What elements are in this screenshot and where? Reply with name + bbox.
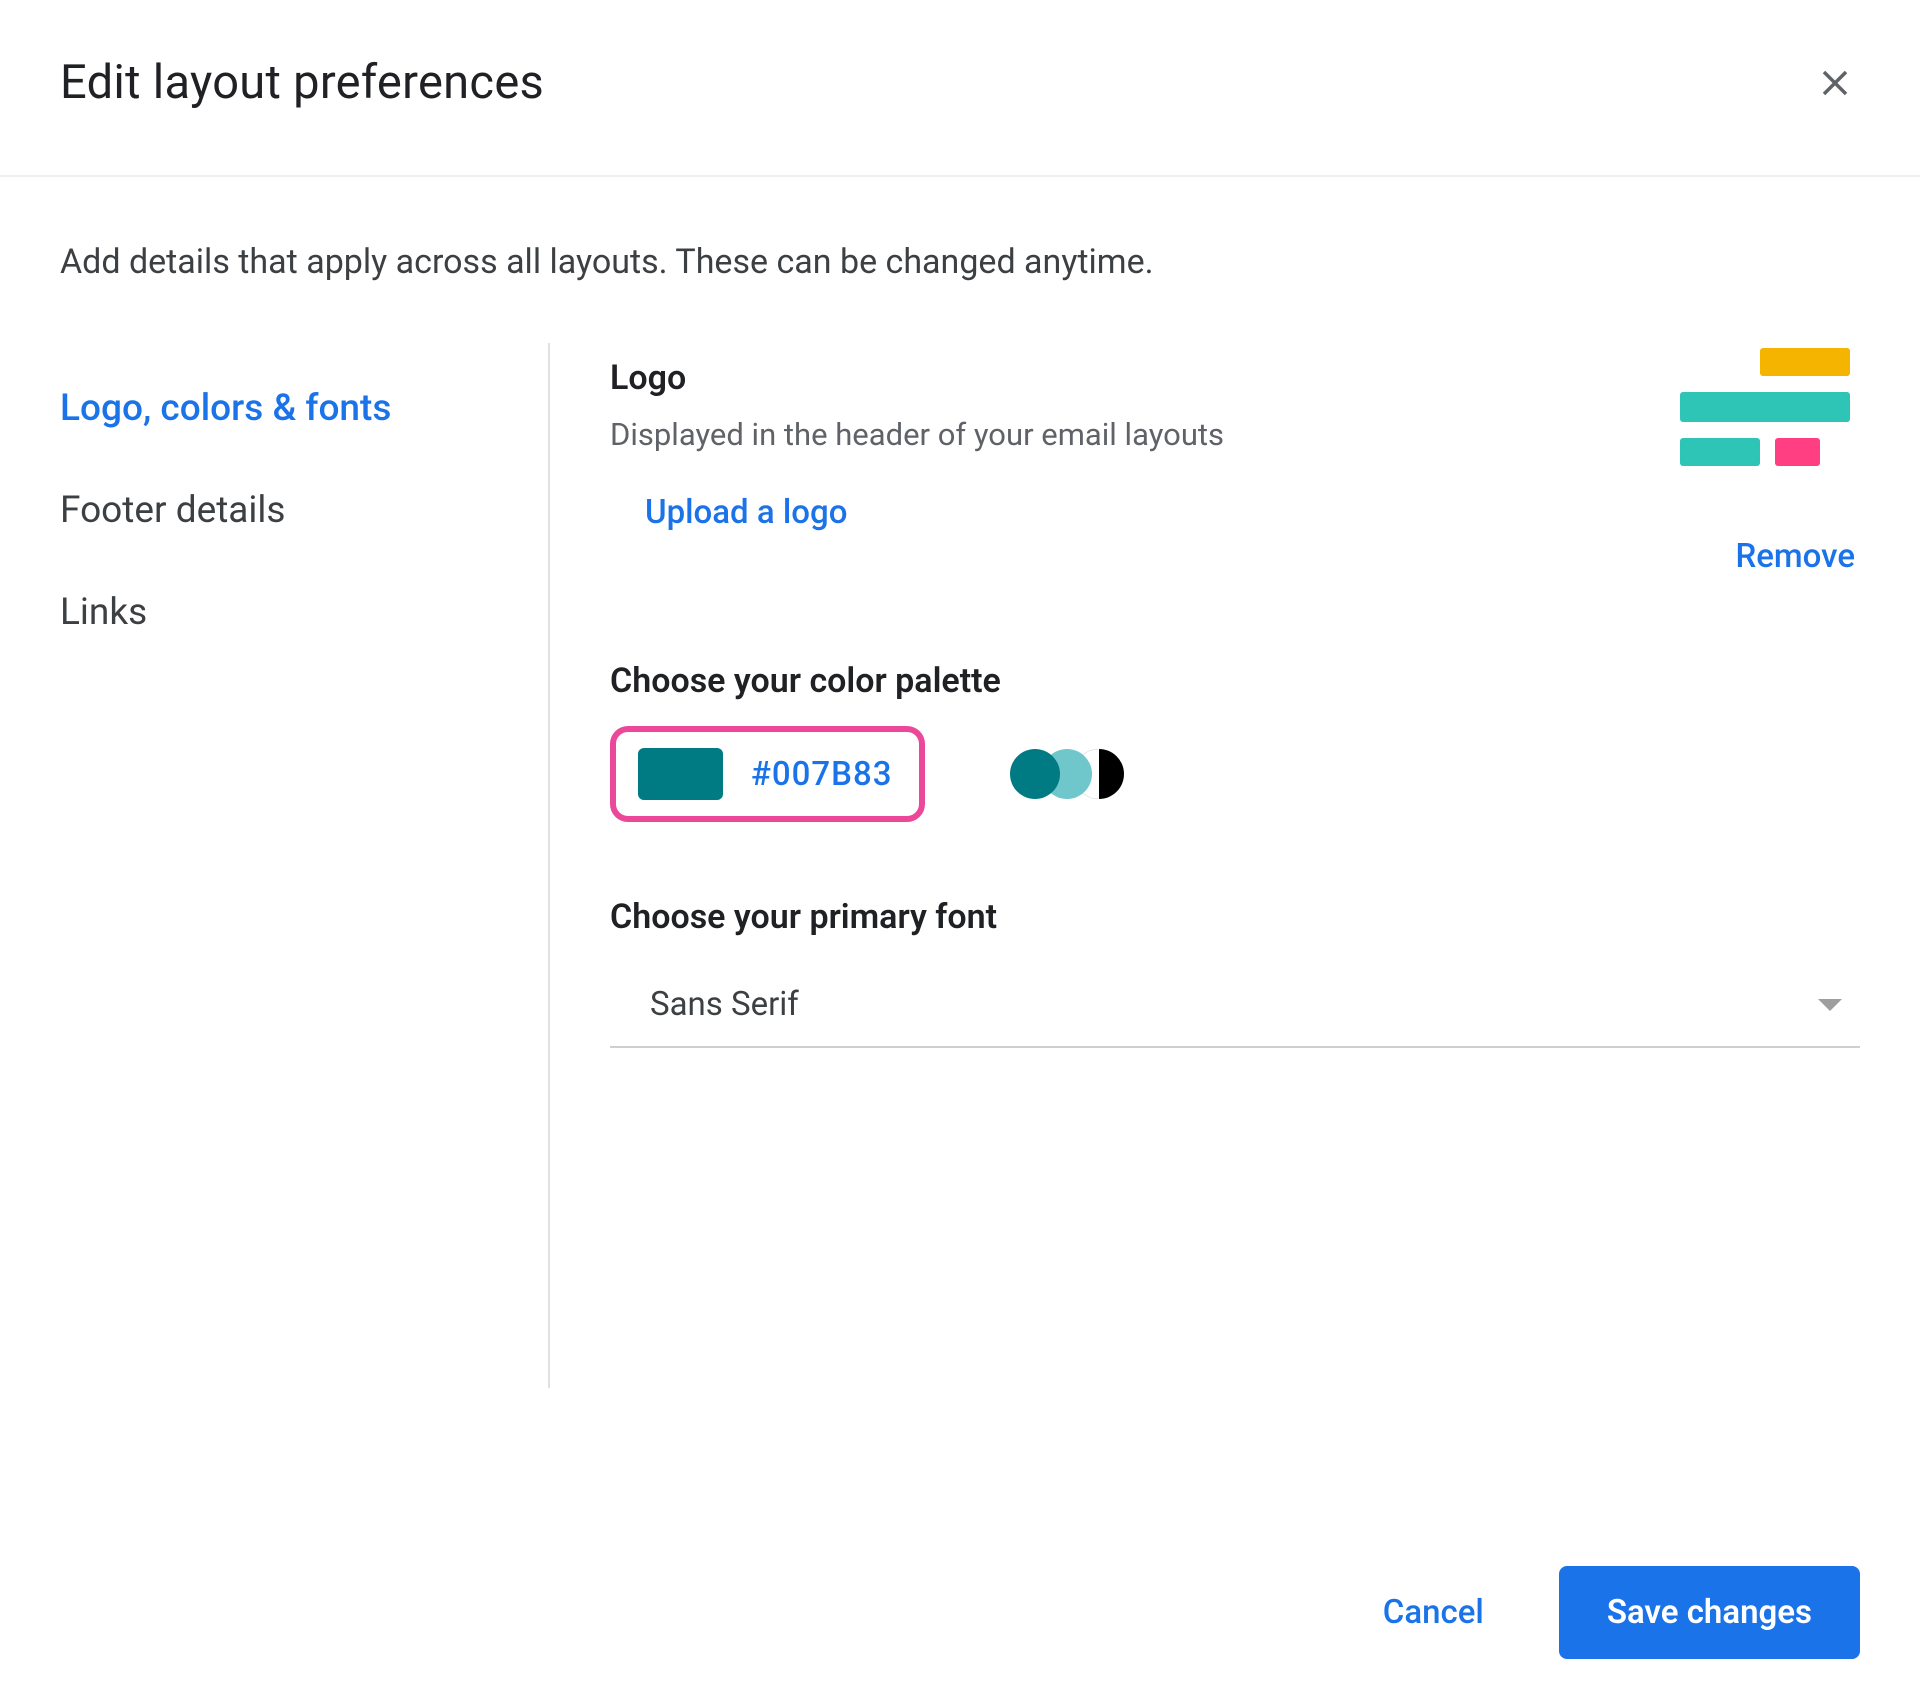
sidebar-item-footer-details[interactable]: Footer details	[60, 465, 548, 567]
palette-preview-button[interactable]	[1010, 744, 1124, 804]
content-panel: Logo Displayed in the header of your ema…	[550, 343, 1860, 1388]
logo-preview-icon	[1680, 348, 1855, 473]
upload-logo-button[interactable]: Upload a logo	[610, 493, 1680, 532]
close-button[interactable]	[1810, 58, 1860, 108]
logo-section: Logo Displayed in the header of your ema…	[610, 348, 1860, 576]
sidebar-item-label: Logo, colors & fonts	[60, 387, 391, 430]
logo-preview-block: Remove	[1680, 348, 1860, 576]
primary-font-value: Sans Serif	[650, 985, 799, 1024]
color-palette-heading: Choose your color palette	[610, 661, 1860, 701]
sidebar-item-label: Footer details	[60, 489, 286, 532]
intro-text: Add details that apply across all layout…	[60, 237, 1860, 288]
primary-font-heading: Choose your primary font	[610, 897, 1860, 937]
sidebar-item-logo-colors-fonts[interactable]: Logo, colors & fonts	[60, 363, 548, 465]
color-hex-input[interactable]: #007B83	[610, 726, 925, 822]
dialog-title: Edit layout preferences	[60, 55, 544, 110]
primary-font-select[interactable]: Sans Serif	[610, 957, 1860, 1048]
logo-subtext: Displayed in the header of your email la…	[610, 416, 1680, 453]
save-changes-button[interactable]: Save changes	[1559, 1566, 1860, 1659]
remove-logo-button[interactable]: Remove	[1735, 537, 1855, 576]
edit-layout-preferences-dialog: Edit layout preferences Add details that…	[0, 0, 1920, 1699]
logo-heading: Logo	[610, 358, 1680, 398]
color-hex-value: #007B83	[751, 755, 893, 794]
dialog-footer: Cancel Save changes	[1363, 1566, 1860, 1659]
dialog-header: Edit layout preferences	[0, 55, 1920, 177]
color-row: #007B83	[610, 726, 1860, 822]
sidebar-item-links[interactable]: Links	[60, 567, 548, 669]
chevron-down-icon	[1818, 999, 1842, 1011]
color-swatch-icon	[638, 748, 723, 800]
cancel-button[interactable]: Cancel	[1363, 1569, 1504, 1656]
close-icon	[1814, 62, 1856, 104]
dialog-body: Logo, colors & fonts Footer details Link…	[60, 343, 1860, 1388]
sidebar: Logo, colors & fonts Footer details Link…	[60, 343, 550, 1388]
palette-dot-icon	[1010, 749, 1060, 799]
sidebar-item-label: Links	[60, 591, 147, 634]
